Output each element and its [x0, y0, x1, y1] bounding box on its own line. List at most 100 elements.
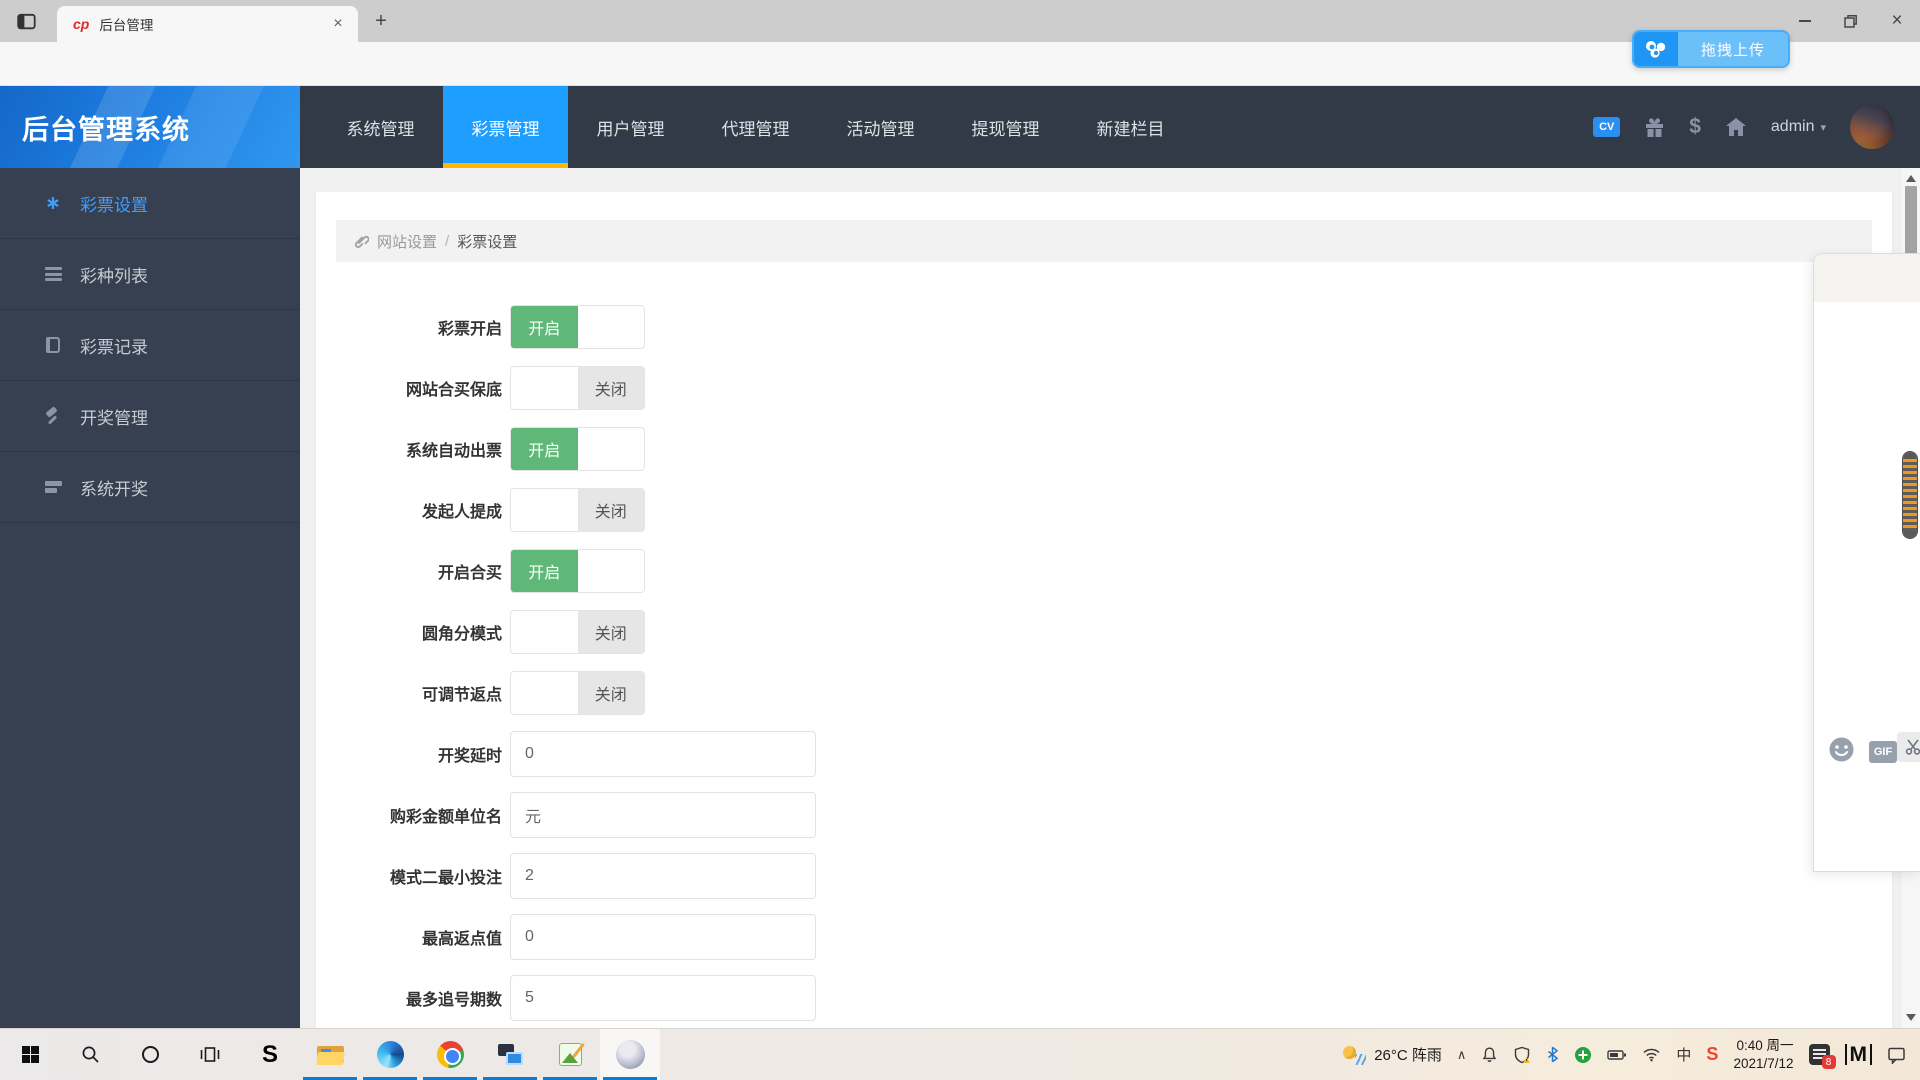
clock[interactable]: 0:40 周一 2021/7/12 [1733, 1037, 1793, 1073]
toggle-auto-ticket[interactable]: 开启 [510, 426, 645, 471]
task-view-button[interactable] [180, 1029, 240, 1080]
start-button[interactable] [0, 1029, 60, 1080]
sidebar-item-system-draw[interactable]: 系统开奖 [0, 452, 300, 523]
user-menu[interactable]: admin ▾ [1771, 118, 1826, 136]
form-row-max-rebate: 最高返点值 [316, 906, 1892, 967]
chat-app-avatar-icon [615, 1040, 645, 1069]
nav-item-new-column[interactable]: 新建栏目 [1068, 86, 1193, 168]
settings-card: 网站设置 / 彩票设置 彩票开启 开启 网站合买保底 关闭 系统自动出票 开启 [316, 192, 1892, 1042]
field-label: 开启合买 [437, 564, 502, 582]
toggle-groupbuy-guarantee[interactable]: 关闭 [510, 365, 645, 410]
app-title: 后台管理系统 [22, 114, 190, 145]
file-explorer-button[interactable] [300, 1029, 360, 1080]
security-shield-icon[interactable] [1513, 1046, 1531, 1064]
striped-scroll-handle[interactable] [1903, 452, 1917, 538]
cortana-button[interactable] [120, 1029, 180, 1080]
toggle-state-label: 关闭 [577, 366, 644, 409]
toggle-adjustable-rebate[interactable]: 关闭 [510, 670, 645, 715]
scroll-down-arrow-icon[interactable] [1906, 1014, 1916, 1021]
link-icon [354, 235, 369, 248]
restore-button[interactable] [1828, 0, 1874, 42]
chrome-button[interactable] [420, 1029, 480, 1080]
field-label: 可调节返点 [421, 686, 502, 704]
mode2-min-bet-input[interactable] [510, 852, 816, 899]
nav-item-agents[interactable]: 代理管理 [693, 86, 818, 168]
form-row-lottery-enable: 彩票开启 开启 [316, 296, 1892, 357]
chat-toolbar: GIF [1814, 732, 1920, 768]
gift-icon[interactable] [1644, 117, 1665, 138]
sidebar-item-draw-management[interactable]: 开奖管理 [0, 381, 300, 452]
tray-expand-icon[interactable]: ∧ [1457, 1047, 1467, 1063]
toggle-initiator-commission[interactable]: 关闭 [510, 487, 645, 532]
form-row-auto-ticket: 系统自动出票 开启 [316, 418, 1892, 479]
form-row-max-chase-periods: 最多追号期数 [316, 967, 1892, 1028]
window-controls: × [1782, 0, 1920, 42]
remote-desktop-button[interactable] [480, 1029, 540, 1080]
sogou-tray-icon[interactable]: S [1706, 1044, 1718, 1065]
scroll-up-arrow-icon[interactable] [1906, 175, 1916, 182]
dollar-icon[interactable]: $ [1689, 115, 1701, 139]
weather-temp: 26°C [1374, 1047, 1408, 1064]
close-button[interactable]: × [1874, 0, 1920, 42]
taskbar-apps: S [0, 1029, 660, 1080]
image-editor-icon [558, 1043, 582, 1066]
asterisk-icon: ∗ [45, 192, 61, 214]
drag-upload-label: 拖拽上传 [1700, 41, 1765, 59]
currency-unit-input[interactable] [510, 791, 816, 838]
action-center-icon[interactable] [1887, 1046, 1906, 1064]
screenshot-scissors-icon[interactable] [1897, 732, 1920, 762]
sidebar-item-lottery-settings[interactable]: ∗ 彩票设置 [0, 168, 300, 239]
main-content: 网站设置 / 彩票设置 彩票开启 开启 网站合买保底 关闭 系统自动出票 开启 [300, 168, 1902, 1042]
draw-delay-input[interactable] [510, 730, 816, 777]
form-row-draw-delay: 开奖延时 [316, 723, 1892, 784]
gif-icon[interactable]: GIF [1869, 741, 1897, 763]
app-header: 后台管理系统 系统管理 彩票管理 用户管理 代理管理 活动管理 提现管理 新建栏… [0, 86, 1920, 168]
nav-item-activities[interactable]: 活动管理 [818, 86, 943, 168]
chat-app-button[interactable] [600, 1029, 660, 1080]
nav-item-users[interactable]: 用户管理 [568, 86, 693, 168]
m-logo-icon[interactable]: M [1844, 1044, 1872, 1065]
field-label: 最高返点值 [421, 930, 502, 948]
max-chase-periods-input[interactable] [510, 974, 816, 1021]
breadcrumb-parent[interactable]: 网站设置 [377, 231, 437, 252]
notes-app-tray[interactable]: 8 [1808, 1044, 1836, 1069]
form-row-currency-unit: 购彩金额单位名 [316, 784, 1892, 845]
search-button[interactable] [60, 1029, 120, 1080]
top-nav: 系统管理 彩票管理 用户管理 代理管理 活动管理 提现管理 新建栏目 [318, 86, 1193, 168]
user-avatar[interactable] [1850, 105, 1894, 149]
emoji-icon[interactable] [1828, 736, 1855, 768]
home-icon[interactable] [1725, 117, 1747, 137]
toggle-groupbuy-enable[interactable]: 开启 [510, 548, 645, 593]
toggle-lottery-enable[interactable]: 开启 [510, 304, 645, 349]
antivirus-icon[interactable] [1574, 1046, 1592, 1064]
scrollbar-thumb[interactable] [1905, 186, 1917, 260]
edge-button[interactable] [360, 1029, 420, 1080]
nav-item-lottery[interactable]: 彩票管理 [443, 86, 568, 168]
nav-item-withdrawals[interactable]: 提现管理 [943, 86, 1068, 168]
field-label: 圆角分模式 [421, 625, 502, 643]
tab-close-icon[interactable]: × [328, 15, 348, 33]
form-row-rounding-mode: 圆角分模式 关闭 [316, 601, 1892, 662]
nav-item-system[interactable]: 系统管理 [318, 86, 443, 168]
user-name: admin [1770, 118, 1815, 135]
bluetooth-icon[interactable] [1546, 1046, 1559, 1063]
wifi-icon[interactable] [1642, 1047, 1661, 1062]
image-editor-button[interactable] [540, 1029, 600, 1080]
clock-time: 0:40 周一 [1736, 1037, 1794, 1053]
sidebar-item-lottery-records[interactable]: 彩票记录 [0, 310, 300, 381]
browser-tab[interactable]: cp 后台管理 × [57, 6, 358, 42]
alarm-bell-icon[interactable] [1481, 1046, 1498, 1063]
max-rebate-input[interactable] [510, 913, 816, 960]
new-tab-button[interactable]: + [368, 8, 394, 34]
cv-badge-icon[interactable]: CV [1593, 117, 1621, 137]
tab-actions-icon[interactable] [14, 9, 38, 33]
weather-widget[interactable]: 26°C 阵雨 [1343, 1044, 1442, 1065]
battery-icon[interactable] [1607, 1048, 1627, 1062]
ime-indicator[interactable]: 中 [1676, 1044, 1691, 1065]
sidebar: ∗ 彩票设置 彩种列表 彩票记录 开奖管理 系统开奖 [0, 168, 300, 1028]
toggle-rounding-mode[interactable]: 关闭 [510, 609, 645, 654]
book-icon [40, 337, 66, 353]
sidebar-item-lottery-types[interactable]: 彩种列表 [0, 239, 300, 310]
sogou-input-button[interactable]: S [240, 1029, 300, 1080]
drag-upload-overlay[interactable]: 拖拽上传 [1632, 30, 1790, 68]
